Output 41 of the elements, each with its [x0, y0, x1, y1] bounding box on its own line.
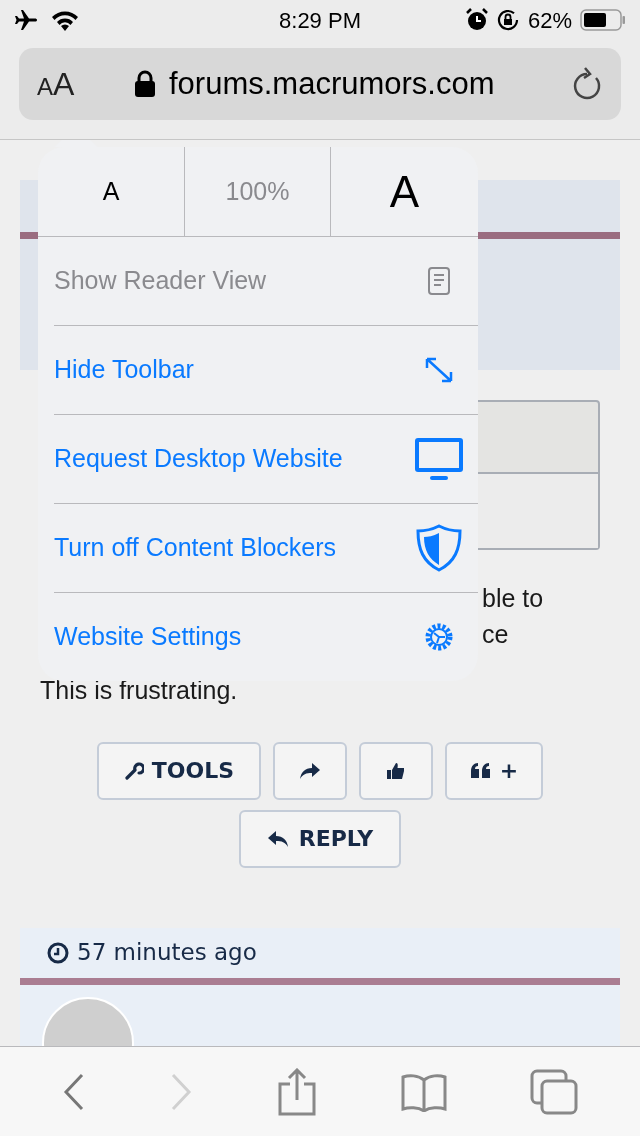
tabs-icon[interactable] [530, 1068, 579, 1115]
wrench-icon [123, 760, 144, 781]
decrease-text-size-button[interactable]: A [38, 147, 185, 236]
clock-time: 8:29 PM [279, 6, 361, 35]
shield-icon [416, 524, 462, 572]
back-icon[interactable] [61, 1071, 86, 1112]
quote-icon [469, 761, 492, 780]
rotation-lock-icon [495, 8, 520, 32]
document-icon [427, 266, 451, 296]
quote-button[interactable]: + [445, 741, 543, 800]
reply-button[interactable]: REPLY [239, 809, 401, 868]
increase-text-size-button[interactable]: A [331, 147, 478, 236]
airplane-icon [14, 9, 38, 31]
menu-item[interactable]: Hide Toolbar [54, 326, 478, 414]
bookmarks-icon[interactable] [400, 1071, 447, 1112]
menu-item[interactable]: Turn off Content Blockers [54, 504, 478, 592]
url-text: forums.macrumors.com [169, 64, 496, 103]
post-text: ce [482, 619, 510, 650]
alarm-icon [465, 8, 488, 32]
text-size-button[interactable]: AA [37, 60, 107, 108]
expand-arrows-icon [424, 356, 454, 384]
clock-icon [47, 941, 69, 964]
wifi-icon [50, 9, 80, 31]
reload-icon[interactable] [571, 66, 603, 102]
share-icon[interactable] [277, 1067, 317, 1116]
post-text: ble to [482, 583, 545, 614]
monitor-icon [414, 437, 464, 481]
menu-item[interactable]: Request Desktop Website [54, 415, 478, 503]
tools-button[interactable]: TOOLS [97, 741, 261, 800]
thumbs-up-icon [386, 760, 406, 781]
post-time: 57 minutes ago [77, 938, 257, 968]
address-bar[interactable]: AA forums.macrumors.com [19, 48, 621, 120]
battery-percentage: 62% [527, 6, 572, 35]
battery-icon [580, 9, 626, 31]
like-button[interactable] [359, 741, 433, 800]
zoom-level: 100% [185, 147, 331, 236]
gear-icon [423, 621, 455, 653]
share-arrow-icon [298, 760, 322, 781]
lock-icon [135, 70, 155, 98]
reply-arrow-icon [266, 828, 291, 849]
share-button[interactable] [273, 741, 347, 800]
